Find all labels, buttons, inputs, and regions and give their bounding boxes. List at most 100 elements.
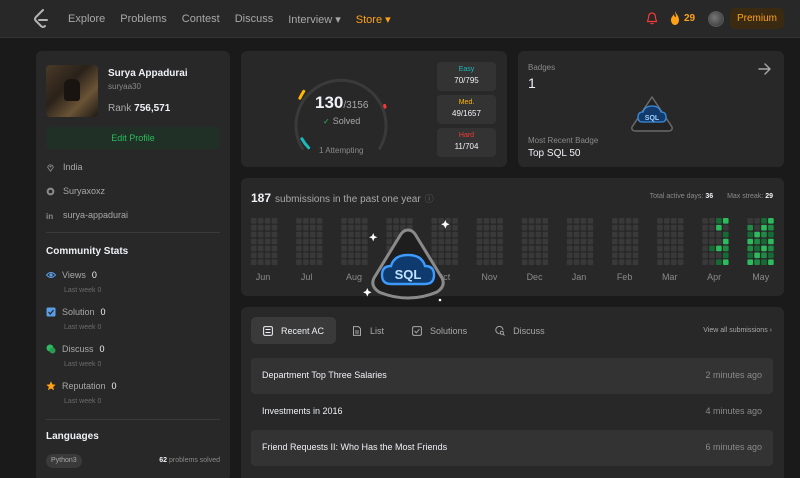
heatmap-cell[interactable]	[528, 259, 535, 265]
heatmap-cell[interactable]	[452, 224, 458, 231]
heatmap-cell[interactable]	[257, 218, 264, 224]
heatmap-cell[interactable]	[580, 224, 587, 231]
heatmap-cell[interactable]	[309, 245, 316, 252]
heatmap-cell[interactable]	[587, 245, 594, 252]
heatmap-cell[interactable]	[542, 231, 549, 238]
heatmap-cell[interactable]	[625, 238, 632, 245]
heatmap-cell[interactable]	[664, 231, 670, 238]
heatmap-cell[interactable]	[754, 224, 760, 231]
heatmap-cell[interactable]	[257, 224, 264, 231]
heatmap-cell[interactable]	[348, 224, 354, 231]
heatmap-cell[interactable]	[341, 218, 347, 224]
heatmap-cell[interactable]	[580, 252, 587, 259]
tab-list[interactable]: List	[340, 317, 396, 344]
heatmap-cell[interactable]	[657, 224, 663, 231]
heatmap-cell[interactable]	[587, 252, 594, 259]
heatmap-cell[interactable]	[625, 224, 632, 231]
heatmap-cell[interactable]	[296, 238, 302, 245]
heatmap-cell[interactable]	[497, 245, 503, 252]
heatmap-cell[interactable]	[768, 238, 774, 245]
heatmap-cell[interactable]	[677, 238, 684, 245]
heatmap-cell[interactable]	[452, 259, 458, 265]
heatmap-cell[interactable]	[722, 224, 729, 231]
heatmap-cell[interactable]	[722, 252, 729, 259]
heatmap-cell[interactable]	[747, 259, 753, 265]
heatmap-cell[interactable]	[618, 218, 625, 224]
heatmap-cell[interactable]	[490, 218, 497, 224]
heatmap-cell[interactable]	[251, 218, 257, 224]
heatmap-cell[interactable]	[271, 218, 278, 224]
heatmap-cell[interactable]	[747, 252, 753, 259]
heatmap-cell[interactable]	[768, 224, 774, 231]
heatmap-cell[interactable]	[483, 218, 490, 224]
heatmap-cell[interactable]	[483, 259, 490, 265]
heatmap-cell[interactable]	[497, 238, 503, 245]
heatmap-cell[interactable]	[476, 259, 483, 265]
heatmap-cell[interactable]	[264, 224, 271, 231]
heatmap-cell[interactable]	[476, 252, 483, 259]
heatmap-cell[interactable]	[657, 238, 663, 245]
heatmap-cell[interactable]	[580, 231, 587, 238]
heatmap-cell[interactable]	[573, 238, 580, 245]
heatmap-cell[interactable]	[535, 224, 542, 231]
heatmap-cell[interactable]	[632, 252, 639, 259]
heatmap-cell[interactable]	[497, 259, 503, 265]
tab-solutions[interactable]: Solutions	[400, 317, 479, 344]
heatmap-cell[interactable]	[664, 224, 670, 231]
fire-icon[interactable]	[670, 11, 680, 25]
heatmap-cell[interactable]	[612, 252, 618, 259]
heatmap-cell[interactable]	[251, 231, 257, 238]
heatmap-cell[interactable]	[483, 224, 490, 231]
heatmap-cell[interactable]	[257, 259, 264, 265]
heatmap-cell[interactable]	[528, 245, 535, 252]
heatmap-cell[interactable]	[761, 224, 767, 231]
heatmap-cell[interactable]	[483, 238, 490, 245]
heatmap-cell[interactable]	[612, 245, 618, 252]
heatmap-cell[interactable]	[348, 218, 354, 224]
heatmap-cell[interactable]	[257, 238, 264, 245]
heatmap-cell[interactable]	[452, 252, 458, 259]
heatmap-cell[interactable]	[573, 252, 580, 259]
heatmap-cell[interactable]	[761, 231, 767, 238]
heatmap-cell[interactable]	[348, 238, 354, 245]
heatmap-cell[interactable]	[257, 245, 264, 252]
heatmap-cell[interactable]	[341, 259, 347, 265]
heatmap-cell[interactable]	[573, 259, 580, 265]
heatmap-cell[interactable]	[542, 245, 549, 252]
heatmap-cell[interactable]	[754, 238, 760, 245]
heatmap-cell[interactable]	[702, 224, 708, 231]
heatmap-cell[interactable]	[566, 245, 573, 252]
heatmap-cell[interactable]	[497, 252, 503, 259]
heatmap-cell[interactable]	[497, 224, 503, 231]
heatmap-cell[interactable]	[348, 259, 354, 265]
heatmap-cell[interactable]	[521, 231, 528, 238]
heatmap-cell[interactable]	[612, 259, 618, 265]
heatmap-cell[interactable]	[716, 218, 722, 224]
heatmap-cell[interactable]	[542, 224, 549, 231]
heatmap-cell[interactable]	[309, 224, 316, 231]
heatmap-cell[interactable]	[264, 252, 271, 259]
heatmap-cell[interactable]	[497, 218, 503, 224]
heatmap-cell[interactable]	[612, 224, 618, 231]
heatmap-cell[interactable]	[303, 218, 309, 224]
heatmap-cell[interactable]	[670, 238, 677, 245]
heatmap-cell[interactable]	[768, 218, 774, 224]
heatmap-cell[interactable]	[722, 245, 729, 252]
heatmap-cell[interactable]	[483, 231, 490, 238]
heatmap-cell[interactable]	[709, 224, 715, 231]
heatmap-cell[interactable]	[483, 245, 490, 252]
heatmap-cell[interactable]	[618, 252, 625, 259]
heatmap-cell[interactable]	[702, 218, 708, 224]
heatmap-cell[interactable]	[348, 231, 354, 238]
heatmap-cell[interactable]	[768, 259, 774, 265]
heatmap-cell[interactable]	[768, 245, 774, 252]
edit-profile-button[interactable]: Edit Profile	[46, 127, 220, 149]
heatmap-cell[interactable]	[618, 238, 625, 245]
heatmap-cell[interactable]	[490, 245, 497, 252]
heatmap-cell[interactable]	[566, 231, 573, 238]
arrow-right-icon[interactable]	[758, 62, 772, 76]
nav-problems[interactable]: Problems	[120, 13, 166, 25]
heatmap-cell[interactable]	[632, 224, 639, 231]
heatmap-cell[interactable]	[754, 252, 760, 259]
heatmap-cell[interactable]	[587, 259, 594, 265]
